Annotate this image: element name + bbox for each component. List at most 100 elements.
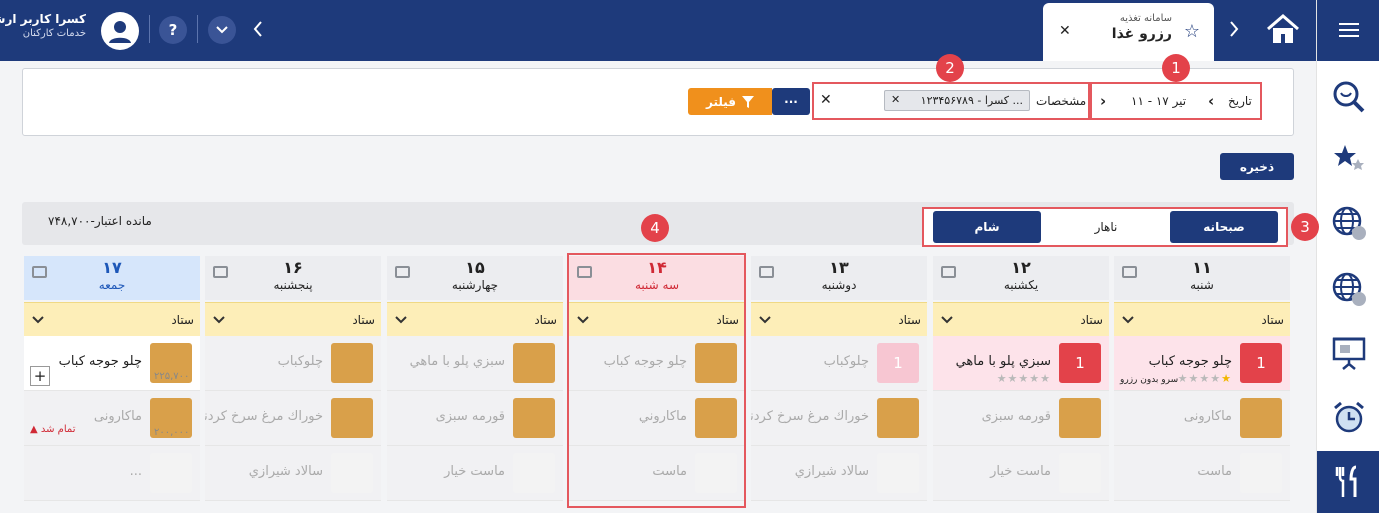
day-column: ۱۷ جمعه ستاد چلو جوجه کباب ۲۲۵,۷۰۰ + ماکار… <box>24 256 200 513</box>
add-button[interactable]: + <box>30 366 50 386</box>
avatar[interactable] <box>101 12 139 50</box>
comment-icon[interactable] <box>577 266 592 278</box>
meal-plate-icon <box>513 453 555 493</box>
comment-icon[interactable] <box>941 266 956 278</box>
meal-item[interactable]: ماست <box>1114 446 1290 501</box>
globe-settings-icon[interactable] <box>1317 192 1379 254</box>
site-selector[interactable]: ستاد <box>1114 302 1290 336</box>
meal-name: سبزي پلو با ماهي <box>409 354 505 369</box>
meal-item[interactable]: ماست <box>569 446 745 501</box>
meal-item[interactable]: سالاد شيرازي <box>205 446 381 501</box>
day-number: ۱۱ <box>1192 258 1212 277</box>
day-header: ۱۶ پنجشنبه <box>205 256 381 300</box>
day-number: ۱۴ <box>647 258 667 277</box>
meal-item[interactable]: ماکارونی <box>1114 391 1290 446</box>
rating-stars[interactable]: ★★★★★ <box>1178 372 1232 385</box>
meal-item[interactable]: ماست خیار <box>933 446 1109 501</box>
tab-lunch[interactable]: ناهار <box>1052 211 1160 243</box>
meal-name: ماست خیار <box>444 464 505 479</box>
meal-item[interactable]: 1 چلو جوجه کباب ★★★★★ سرو بدون رزرو <box>1114 336 1290 391</box>
date-range-value[interactable]: تیر ۱۷ - ۱۱ <box>1131 94 1186 108</box>
filter-button[interactable]: فیلتر <box>688 88 772 115</box>
meal-item[interactable]: ... <box>24 446 200 501</box>
meal-item[interactable]: ماكاروني <box>569 391 745 446</box>
comment-icon[interactable] <box>395 266 410 278</box>
meal-name: ماکارونی <box>93 409 142 424</box>
meal-price: ۲۲۵,۷۰۰ <box>154 371 190 382</box>
person-chip[interactable]: ✕ ۱۲۳۴۵۶۷۸۹ - کسرا ... <box>884 90 1030 111</box>
globe-gear-icon[interactable] <box>1317 258 1379 320</box>
meal-item[interactable]: ماکارونی ۲۰۰,۰۰۰ ▲ تمام شد <box>24 391 200 446</box>
site-selector[interactable]: ستاد <box>569 302 745 336</box>
comment-icon[interactable] <box>1122 266 1137 278</box>
day-number: ۱۲ <box>1011 258 1031 277</box>
tab-breakfast[interactable]: صبحانه <box>1170 211 1278 243</box>
meal-name: سالاد شيرازي <box>248 464 323 479</box>
site-selector[interactable]: ستاد <box>24 302 200 336</box>
meal-item[interactable]: سالاد شيرازي <box>751 446 927 501</box>
day-header: ۱۷ جمعه <box>24 256 200 300</box>
chevron-down-icon[interactable] <box>208 16 236 44</box>
comment-icon[interactable] <box>32 266 47 278</box>
day-column: ۱۱ شنبه ستاد 1 چلو جوجه کباب ★★★★★ سرو بدو… <box>1114 256 1290 513</box>
close-icon[interactable]: ✕ <box>1059 23 1071 39</box>
food-reservation-icon[interactable] <box>1317 451 1379 513</box>
save-button[interactable]: ذخیره <box>1220 153 1294 180</box>
chevron-down-icon <box>395 315 407 323</box>
chevron-down-icon <box>759 315 771 323</box>
date-label: تاریخ <box>1228 94 1252 108</box>
meal-item[interactable]: خوراك مرغ سرخ كردني <box>751 391 927 446</box>
annotation-1: 1 <box>1162 54 1190 82</box>
comment-icon[interactable] <box>759 266 774 278</box>
reserved-count-badge: 1 <box>1059 343 1101 383</box>
chevron-left-icon[interactable] <box>252 20 264 41</box>
help-button[interactable]: ? <box>159 16 187 44</box>
spec-label: مشخصات <box>1036 94 1087 108</box>
chevron-down-icon <box>577 315 589 323</box>
star-icon[interactable]: ☆ <box>1184 21 1200 42</box>
chevron-down-icon <box>1122 315 1134 323</box>
meal-item[interactable]: سبزي پلو با ماهي <box>387 336 563 391</box>
meal-item[interactable]: چلو جوجه کباب <box>569 336 745 391</box>
meal-name: چلو جوجه کباب <box>1148 354 1232 369</box>
meal-item[interactable]: خوراك مرغ سرخ كردني <box>205 391 381 446</box>
site-selector[interactable]: ستاد <box>205 302 381 336</box>
date-prev-button[interactable]: ‹ <box>1208 92 1214 110</box>
meal-name: ماست <box>1197 464 1232 479</box>
date-next-button[interactable]: › <box>1100 92 1106 110</box>
chevron-right-icon[interactable] <box>1228 20 1240 41</box>
meal-item[interactable]: قورمه سبزی <box>933 391 1109 446</box>
meal-item[interactable]: 1 چلوکباب <box>751 336 927 391</box>
search-icon[interactable] <box>1317 66 1379 128</box>
alarm-clock-icon[interactable] <box>1317 386 1379 448</box>
site-selector[interactable]: ستاد <box>387 302 563 336</box>
comment-icon[interactable] <box>213 266 228 278</box>
meal-name: چلو جوجه کباب <box>58 354 142 369</box>
meal-item[interactable]: قورمه سبزی <box>387 391 563 446</box>
meal-item[interactable]: چلوکباب <box>205 336 381 391</box>
top-bar: کسرا کاربر ارشد خدمات کارکنان ? ✕ سامانه… <box>0 0 1316 61</box>
day-header: ۱۵ چهارشنبه <box>387 256 563 300</box>
clear-filter-icon[interactable]: ✕ <box>820 92 832 108</box>
meal-name: چلو جوجه کباب <box>603 354 687 369</box>
meal-item[interactable]: 1 سبزي پلو با ماهي ★★★★★ <box>933 336 1109 391</box>
chip-remove-icon[interactable]: ✕ <box>891 93 900 106</box>
rating-stars[interactable]: ★★★★★ <box>997 372 1051 385</box>
home-icon[interactable] <box>1265 12 1301 49</box>
user-name: کسرا کاربر ارشد <box>0 12 86 26</box>
tab-dinner[interactable]: شام <box>933 211 1041 243</box>
menu-button[interactable] <box>1317 0 1379 61</box>
reserved-count-badge: 1 <box>1240 343 1282 383</box>
site-selector[interactable]: ستاد <box>751 302 927 336</box>
meal-image <box>1059 398 1101 438</box>
more-button[interactable]: ··· <box>772 88 810 115</box>
meal-image <box>513 343 555 383</box>
meal-item[interactable]: چلو جوجه کباب ۲۲۵,۷۰۰ + <box>24 336 200 391</box>
reserved-count-badge: 1 <box>877 343 919 383</box>
favorites-icon[interactable] <box>1317 128 1379 190</box>
tab-food-reservation[interactable]: ✕ سامانه تغذیه رزرو غذا ☆ <box>1043 3 1214 61</box>
meal-item[interactable]: ماست خیار <box>387 446 563 501</box>
site-selector[interactable]: ستاد <box>933 302 1109 336</box>
meal-image <box>695 343 737 383</box>
presentation-icon[interactable] <box>1317 322 1379 384</box>
